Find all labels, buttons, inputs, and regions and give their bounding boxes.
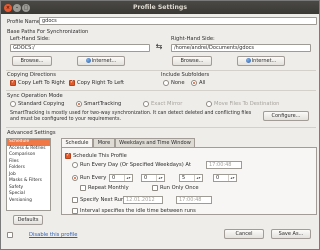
tab-weekdays-time-window[interactable]: Weekdays and Time Window [115, 138, 195, 147]
tab-schedule[interactable]: Schedule [61, 138, 93, 147]
right-path-input[interactable]: /home/andrei/Documents/gdocs [171, 44, 311, 52]
run-every-value-4: 0 [216, 175, 220, 181]
exact-mirror-radio [143, 101, 149, 107]
right-hand-side-label: Right-Hand Side: [171, 36, 215, 42]
advanced-item-versioning[interactable]: Versioning [7, 198, 50, 205]
schedule-profile-label: Schedule This Profile [73, 153, 127, 159]
base-paths-label: Base Paths For Synchronization [7, 29, 89, 35]
left-path-input[interactable]: GDOCS:/ [10, 44, 150, 52]
move-files-radio [206, 101, 212, 107]
next-run-time-input[interactable]: 17:00:48 [176, 196, 212, 204]
configure-button[interactable]: Configure... [263, 111, 309, 121]
save-as-button[interactable]: Save As... [271, 229, 311, 239]
internet-label: Internet... [91, 58, 117, 64]
disable-profile-checkbox[interactable] [7, 232, 13, 238]
left-hand-side-label: Left-Hand Side: [10, 36, 50, 42]
exact-mirror-label: Exact Mirror [151, 101, 183, 107]
copying-directions-label: Copying Directions [7, 72, 56, 78]
run-every-day-time-input[interactable]: 17:00:48 [206, 161, 242, 169]
run-every-value-2: 0 [144, 175, 148, 181]
run-every-radio[interactable] [72, 175, 78, 181]
subfolders-none-radio[interactable] [163, 80, 169, 86]
separator [6, 70, 316, 71]
separator [6, 90, 316, 91]
dialog-footer: Disable this profile Cancel Save As... [1, 227, 319, 249]
run-every-spin-1[interactable]: 0 ▴▾ [109, 174, 133, 182]
next-run-date: 12.01.2012 [126, 197, 155, 203]
interval-idle-checkbox[interactable] [72, 208, 78, 214]
advanced-settings-label: Advanced Settings [7, 130, 56, 136]
disable-profile-link[interactable]: Disable this profile [29, 232, 77, 238]
copy-right-to-left-checkbox[interactable] [69, 79, 75, 86]
run-only-once-label: Run Only Once [160, 185, 199, 191]
run-every-spin-4[interactable]: 0 ▴▾ [213, 174, 237, 182]
left-browse-button[interactable]: Browse... [12, 56, 52, 66]
schedule-profile-checkbox[interactable] [65, 152, 71, 159]
spin-arrows-icon[interactable]: ▴▾ [156, 175, 164, 181]
copy-left-to-right-checkbox[interactable] [10, 79, 16, 86]
spin-arrows-icon[interactable]: ▴▾ [228, 175, 236, 181]
sync-operation-mode-label: Sync Operation Mode [7, 93, 63, 99]
spin-arrows-icon[interactable]: ▴▾ [194, 175, 202, 181]
copy-left-to-right-label: Copy Left To Right [18, 80, 65, 86]
right-internet-button[interactable]: Internet... [237, 56, 285, 66]
tab-more[interactable]: More [93, 138, 115, 147]
sync-mode-description: SmartTracking is mostly used for two-way… [10, 111, 252, 122]
window-title: Profile Settings [132, 4, 188, 11]
run-every-day-time: 17:00:48 [209, 162, 232, 168]
specify-next-run-checkbox[interactable] [72, 197, 78, 203]
run-every-day-label: Run Every Day (Or Specified Weekdays) At [80, 162, 191, 168]
interval-note-label: Interval specifies the idle time between… [80, 208, 196, 214]
run-only-once-checkbox[interactable] [152, 185, 158, 191]
run-every-value-3: 5 [182, 175, 186, 181]
copy-right-to-left-label: Copy Right To Left [77, 80, 124, 86]
advanced-settings-list: Schedule Access & Retries Comparison Fil… [6, 138, 51, 211]
internet-label: Internet... [251, 58, 277, 64]
globe-icon [245, 58, 251, 63]
defaults-button[interactable]: Defaults [13, 215, 43, 225]
specify-next-run-label: Specify Next Run: [80, 197, 126, 203]
repeat-monthly-label: Repeat Monthly [88, 185, 129, 191]
cancel-button[interactable]: Cancel [224, 229, 264, 239]
repeat-monthly-checkbox[interactable] [80, 185, 86, 191]
profile-name-input[interactable]: gdocs [39, 17, 317, 25]
smarttracking-radio[interactable] [76, 101, 82, 107]
run-every-spin-3[interactable]: 5 ▴▾ [179, 174, 203, 182]
move-files-label: Move Files To Destination [214, 101, 280, 107]
subfolders-none-label: None [171, 80, 185, 86]
include-subfolders-label: Include Subfolders [161, 72, 210, 78]
separator [6, 127, 316, 128]
standard-copying-radio[interactable] [10, 101, 16, 107]
run-every-day-radio[interactable] [72, 162, 78, 168]
next-run-time: 17:00:48 [179, 197, 202, 203]
right-browse-button[interactable]: Browse... [172, 56, 212, 66]
subfolders-all-label: All [199, 80, 206, 86]
profile-settings-window: × – □ Profile Settings Profile Name: gdo… [0, 0, 320, 250]
next-run-date-input[interactable]: 12.01.2012 [123, 196, 163, 204]
run-every-spin-2[interactable]: 0 ▴▾ [141, 174, 165, 182]
left-internet-button[interactable]: Internet... [77, 56, 125, 66]
standard-copying-label: Standard Copying [18, 101, 65, 107]
smarttracking-label: SmartTracking [84, 101, 122, 107]
run-every-label: Run Every [80, 175, 107, 181]
subfolders-all-radio[interactable] [191, 80, 197, 86]
profile-name-label: Profile Name: [7, 19, 42, 25]
run-every-value-1: 0 [112, 175, 116, 181]
title-bar: × – □ Profile Settings [1, 1, 319, 14]
swap-arrows-icon[interactable]: ⇆ [154, 43, 164, 52]
globe-icon [85, 58, 91, 63]
spin-arrows-icon[interactable]: ▴▾ [124, 175, 132, 181]
